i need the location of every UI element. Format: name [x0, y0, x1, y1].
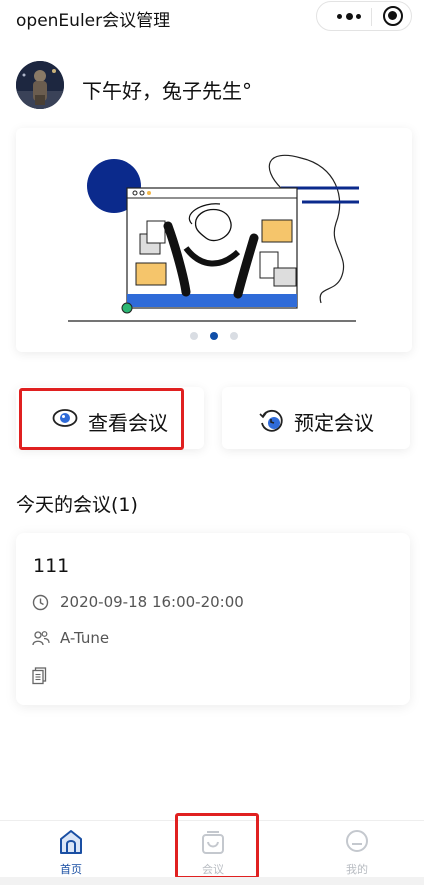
close-miniprogram-icon[interactable]: [383, 6, 403, 26]
avatar[interactable]: [16, 61, 64, 109]
meeting-name: 111: [33, 555, 70, 577]
view-meetings-label: 查看会议: [88, 411, 168, 435]
book-meeting-label: 预定会议: [294, 411, 374, 435]
carousel-dot-active[interactable]: [210, 332, 218, 340]
carousel-indicators: [16, 331, 412, 341]
tab-profile[interactable]: 我的: [307, 821, 407, 885]
tab-meetings[interactable]: 会议: [163, 821, 263, 885]
view-meetings-button[interactable]: 查看会议: [16, 387, 204, 449]
home-icon: [59, 829, 83, 859]
users-icon: [32, 630, 50, 651]
tab-home-label: 首页: [60, 863, 82, 876]
meeting-icon: [201, 829, 225, 859]
document-icon[interactable]: [32, 667, 48, 689]
tab-home[interactable]: 首页: [21, 821, 121, 885]
eye-icon: [52, 408, 78, 432]
greeting-text: 下午好，兔子先生°: [82, 79, 252, 103]
app-title: openEuler会议管理: [16, 11, 171, 31]
clock-history-icon: [258, 408, 284, 438]
tab-profile-label: 我的: [346, 863, 368, 876]
book-meeting-button[interactable]: 预定会议: [222, 387, 410, 449]
banner-illustration: [68, 154, 359, 322]
carousel-dot[interactable]: [230, 332, 238, 340]
carousel-dot[interactable]: [190, 332, 198, 340]
today-meetings-title: 今天的会议(1): [16, 494, 138, 516]
nav-bar: openEuler会议管理: [0, 0, 424, 36]
miniprogram-capsule: [316, 1, 412, 31]
clock-icon: [32, 594, 49, 615]
banner-carousel[interactable]: [16, 128, 412, 352]
meeting-group: A-Tune: [60, 629, 110, 647]
tab-bar: 首页 会议 我的: [0, 820, 424, 885]
home-indicator-area: [0, 877, 424, 885]
meeting-card[interactable]: 111 2020-09-18 16:00-20:00 A-Tune: [16, 533, 410, 705]
profile-icon: [345, 829, 369, 859]
more-options-icon[interactable]: [335, 5, 363, 27]
capsule-divider: [371, 8, 372, 26]
tab-meetings-label: 会议: [202, 863, 224, 876]
meeting-time: 2020-09-18 16:00-20:00: [60, 593, 244, 611]
